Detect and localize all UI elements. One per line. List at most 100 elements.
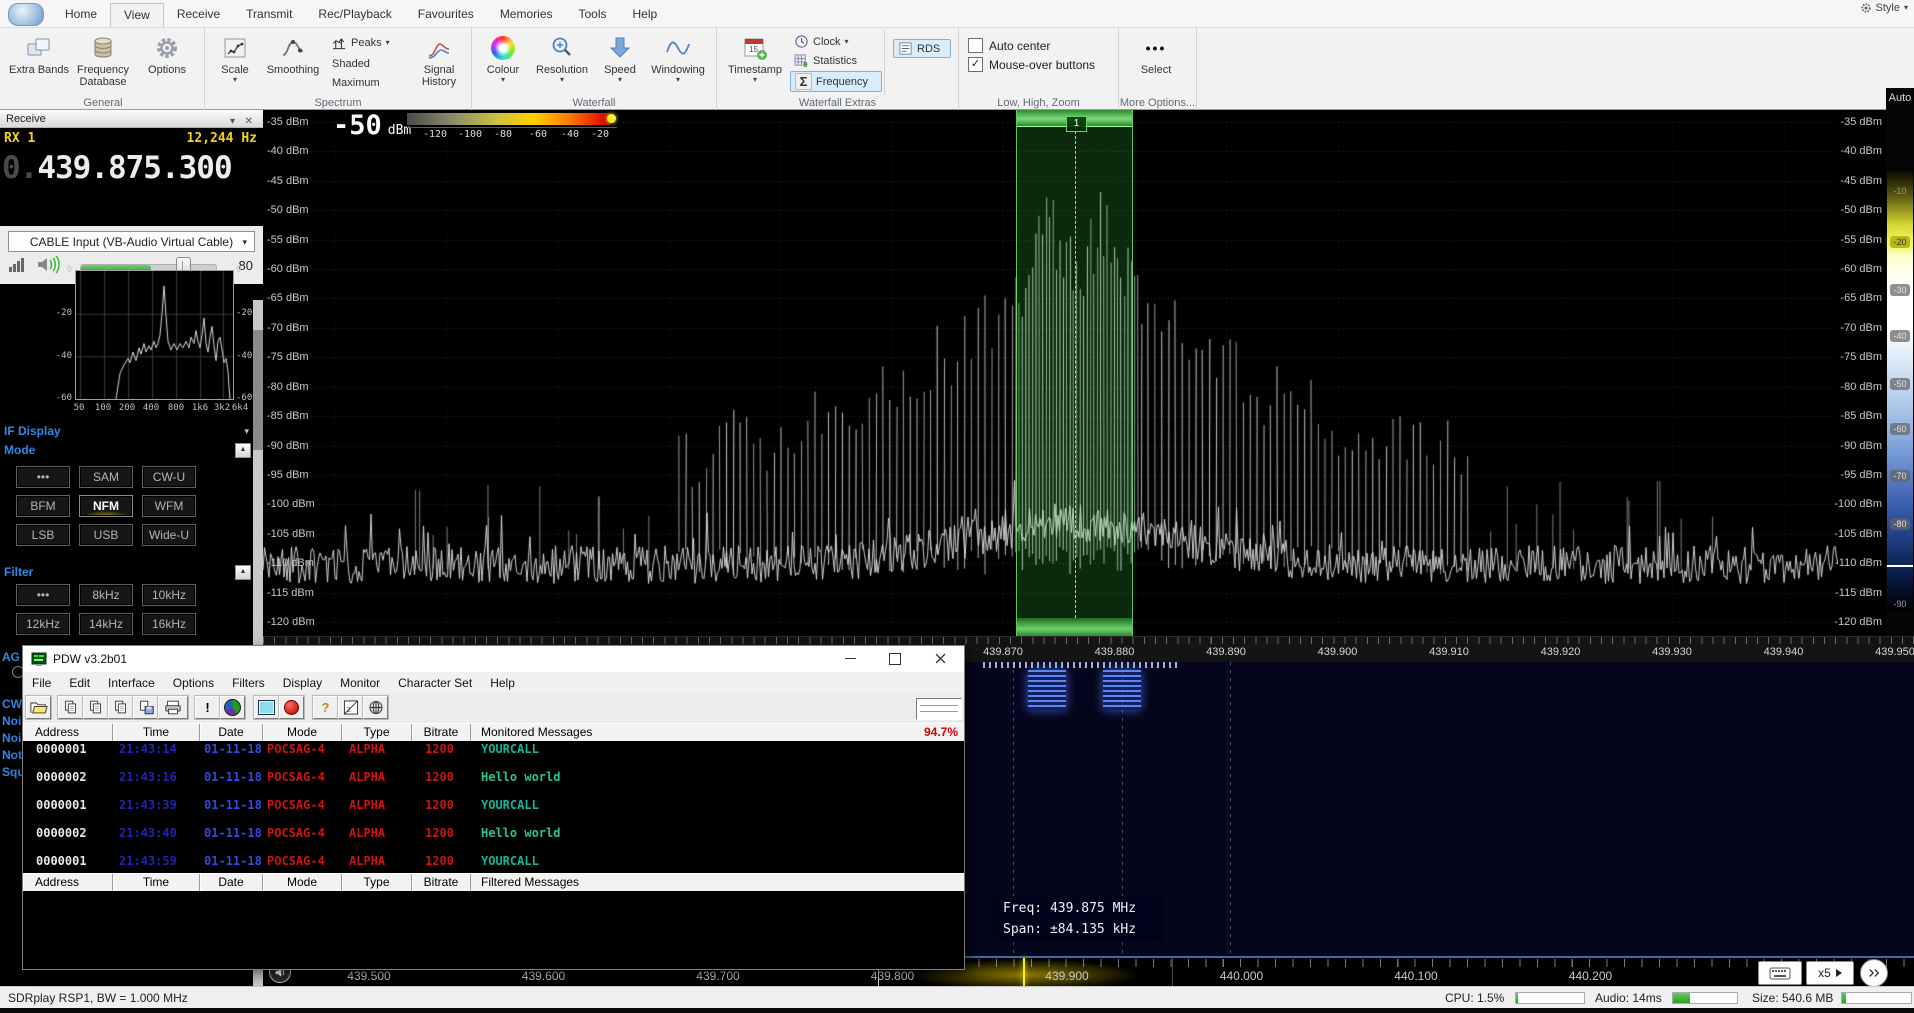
style-button[interactable]: Style ▾ [1860,2,1908,14]
pdw-menu-character-set[interactable]: Character Set [389,676,481,690]
options-button[interactable]: Options [135,30,199,95]
level-label[interactable]: -80 [1886,518,1914,530]
pdw-menu-edit[interactable]: Edit [60,676,99,690]
column-header-time[interactable]: Time [113,874,200,892]
tab-favourites[interactable]: Favourites [405,3,487,27]
column-header-mode[interactable]: Mode [263,724,342,742]
frequency-database-button[interactable]: Frequency Database [71,30,135,95]
filtered-messages-header[interactable]: AddressTimeDateModeTypeBitrateFiltered M… [23,873,964,893]
receive-panel-header[interactable]: Receive ▾ ✕ [0,110,263,128]
column-header-type[interactable]: Type [342,874,412,892]
extra-bands-button[interactable]: Extra Bands [7,30,71,95]
shaded-button[interactable]: Shaded [328,57,410,71]
open-button[interactable] [26,696,51,719]
tab-view[interactable]: View [110,3,164,27]
audio-device-select[interactable]: CABLE Input (VB-Audio Virtual Cable) ▾ [8,231,255,252]
statistics-pie-button[interactable] [220,696,245,719]
mouse-over-buttons-checkbox[interactable]: ✓ Mouse-over buttons [968,57,1109,72]
tab-transmit[interactable]: Transmit [233,3,305,27]
colour-button[interactable]: Colour ▾ [477,30,529,95]
message-row[interactable]: 000000221:43:4001-11-18POCSAG-4ALPHA1200… [23,825,964,853]
save-button[interactable] [133,696,158,719]
mode-button-nfm[interactable]: NFM [79,495,133,517]
column-header-filtered-messages[interactable]: Filtered Messages [471,874,964,892]
close-button[interactable] [923,646,957,671]
mode-button-cw-u[interactable]: CW-U [142,466,196,488]
column-header-bitrate[interactable]: Bitrate [412,874,471,892]
mode-button-wide-u[interactable]: Wide-U [142,524,196,546]
level-label[interactable]: -20 [1886,236,1914,248]
auto-label[interactable]: Auto [1886,92,1914,104]
tuned-frequency-display[interactable]: 0.439.875.300 [2,150,232,186]
select-button[interactable]: ••• Select [1124,30,1188,95]
level-label[interactable]: -10 [1886,186,1914,196]
minimize-button[interactable] [833,646,867,671]
filter-button-14khz[interactable]: 14kHz [79,613,133,635]
column-header-monitored-messages[interactable]: Monitored Messages94.7% [471,724,964,742]
message-row[interactable]: 000000121:43:1401-11-18POCSAG-4ALPHA1200… [23,741,964,769]
chevron-down-icon[interactable]: ▾ [244,426,249,437]
column-header-bitrate[interactable]: Bitrate [412,724,471,742]
app-menu-button[interactable] [8,3,44,26]
tuned-signal-band[interactable]: 1 [1016,110,1133,636]
scrollbar-thumb[interactable] [253,330,263,450]
rds-button[interactable]: RDS [893,39,951,58]
waterfall-colorbar[interactable] [407,113,610,125]
keyboard-entry-button[interactable] [1758,961,1802,985]
zoom-x5-button[interactable]: x5 [1806,961,1854,985]
waterfall-level-slider[interactable]: Auto -10 -20 -30 -40 -50 -60 -70 -80 -90 [1886,88,1914,636]
level-threshold-line[interactable] [1887,565,1913,567]
column-header-address[interactable]: Address [23,724,113,742]
frequency-button[interactable]: Σ Frequency [790,71,882,92]
mode-button-bfm[interactable]: BFM [16,495,70,517]
monitored-messages-list[interactable]: 000000121:43:1401-11-18POCSAG-4ALPHA1200… [23,741,964,873]
filter-button-[interactable]: ••• [16,584,70,606]
help-button[interactable]: ? [313,696,338,719]
pdw-menu-help[interactable]: Help [481,676,524,690]
message-row[interactable]: 000000121:43:3901-11-18POCSAG-4ALPHA1200… [23,797,964,825]
rx-marker-1[interactable]: 1 [1066,116,1087,132]
tab-help[interactable]: Help [620,3,671,27]
tab-home[interactable]: Home [52,3,110,27]
column-header-type[interactable]: Type [342,724,412,742]
maximum-button[interactable]: Maximum [328,76,410,90]
mode-button-usb[interactable]: USB [79,524,133,546]
column-header-date[interactable]: Date [200,874,263,892]
level-label[interactable]: -40 [1886,330,1914,342]
collapse-up-icon[interactable]: ▲ [235,565,251,580]
mode-button-sam[interactable]: SAM [79,466,133,488]
resolution-button[interactable]: Resolution ▾ [529,30,595,95]
monitor-toggle-button[interactable] [254,696,279,719]
filter-button-12khz[interactable]: 12kHz [16,613,70,635]
level-label[interactable]: -50 [1886,378,1914,390]
pdw-menu-filters[interactable]: Filters [223,676,274,690]
statistics-button[interactable]: 9 Statistics [790,52,882,69]
column-header-time[interactable]: Time [113,724,200,742]
smoothing-button[interactable]: Smoothing [260,30,326,95]
level-label[interactable]: -30 [1886,284,1914,296]
signal-history-button[interactable]: Signal History [412,30,466,95]
pdw-menu-file[interactable]: File [23,676,60,690]
level-label[interactable]: -70 [1886,470,1914,482]
alert-button[interactable]: ! [195,696,220,719]
collapse-up-icon[interactable]: ▲ [235,443,251,458]
timestamp-button[interactable]: 15 Timestamp ▾ [722,30,788,95]
mode-button-lsb[interactable]: LSB [16,524,70,546]
column-header-mode[interactable]: Mode [263,874,342,892]
mode-section[interactable]: Mode [4,443,35,457]
scale-button[interactable]: Scale ▾ [210,30,260,95]
level-label[interactable]: -90 [1886,599,1914,609]
tab-receive[interactable]: Receive [164,3,233,27]
tab-memories[interactable]: Memories [487,3,566,27]
filter-button-10khz[interactable]: 10kHz [142,584,196,606]
level-label[interactable]: -60 [1886,423,1914,435]
maximize-button[interactable] [878,646,912,671]
band-bottom-cap[interactable] [1017,618,1132,636]
mode-button-wfm[interactable]: WFM [142,495,196,517]
copy-button[interactable] [108,696,133,719]
pdw-menu-options[interactable]: Options [164,676,223,690]
column-header-address[interactable]: Address [23,874,113,892]
filter-button-8khz[interactable]: 8kHz [79,584,133,606]
message-row[interactable]: 000000121:43:5901-11-18POCSAG-4ALPHA1200… [23,853,964,873]
windowing-button[interactable]: Windowing ▾ [645,30,711,95]
